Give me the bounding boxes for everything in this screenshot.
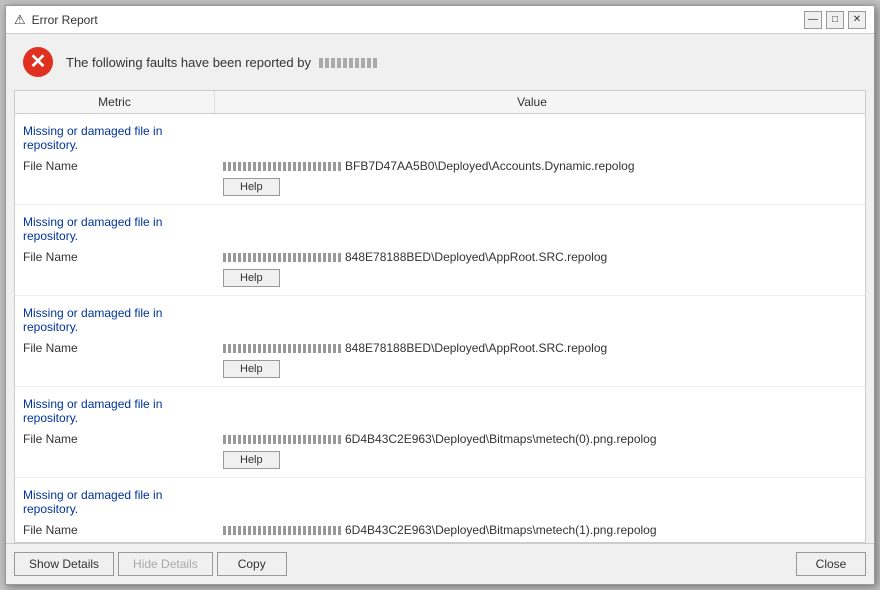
table-row: File Name848E78188BED\Deployed\AppRoot.S…	[15, 247, 865, 267]
title-bar-left: ⚠ Error Report	[14, 12, 98, 28]
fault-title-cell: Missing or damaged file in repository.	[15, 395, 215, 427]
help-row: Help	[15, 176, 865, 198]
svg-text:✕: ✕	[30, 51, 47, 73]
fault-title-cell: Missing or damaged file in repository.	[15, 304, 215, 336]
help-row: Help	[15, 358, 865, 380]
title-bar-controls: — □ ✕	[804, 11, 866, 29]
title-bar: ⚠ Error Report — □ ✕	[6, 6, 874, 34]
metric-cell: File Name	[15, 431, 215, 447]
fault-group: Missing or damaged file in repository.Fi…	[15, 478, 865, 542]
value-cell: 6D4B43C2E963\Deployed\Bitmaps\metech(0).…	[215, 431, 865, 447]
value-header: Value	[215, 91, 849, 113]
fault-group: Missing or damaged file in repository.Fi…	[15, 114, 865, 205]
metric-cell: File Name	[15, 249, 215, 265]
fault-title-cell: Missing or damaged file in repository.	[15, 486, 215, 518]
metric-cell: File Name	[15, 340, 215, 356]
maximize-button[interactable]: □	[826, 11, 844, 29]
table-row: Missing or damaged file in repository.	[15, 120, 865, 156]
window-title: Error Report	[32, 13, 98, 27]
window-error-icon: ⚠	[14, 12, 26, 28]
value-cell: BFB7D47AA5B0\Deployed\Accounts.Dynamic.r…	[215, 158, 865, 174]
fault-title-cell: Missing or damaged file in repository.	[15, 122, 215, 154]
faults-table: Metric Value Missing or damaged file in …	[14, 90, 866, 543]
table-header: Metric Value	[15, 91, 865, 114]
metric-cell: File Name	[15, 158, 215, 174]
header-area: ✕ The following faults have been reporte…	[6, 34, 874, 90]
header-message: The following faults have been reported …	[66, 55, 379, 70]
error-circle-icon: ✕	[22, 46, 54, 78]
hide-details-button[interactable]: Hide Details	[118, 552, 213, 576]
table-row: Missing or damaged file in repository.	[15, 484, 865, 520]
copy-button[interactable]: Copy	[217, 552, 287, 576]
table-row: File NameBFB7D47AA5B0\Deployed\Accounts.…	[15, 156, 865, 176]
table-row: Missing or damaged file in repository.	[15, 302, 865, 338]
metric-header: Metric	[15, 91, 215, 113]
fault-title-cell: Missing or damaged file in repository.	[15, 213, 215, 245]
help-row: Help	[15, 267, 865, 289]
fault-group: Missing or damaged file in repository.Fi…	[15, 387, 865, 478]
fault-group: Missing or damaged file in repository.Fi…	[15, 205, 865, 296]
help-button[interactable]: Help	[223, 451, 280, 469]
footer: Show Details Hide Details Copy Close	[6, 543, 874, 584]
metric-cell: File Name	[15, 522, 215, 538]
table-row: File Name6D4B43C2E963\Deployed\Bitmaps\m…	[15, 429, 865, 449]
table-row: Missing or damaged file in repository.	[15, 211, 865, 247]
value-cell: 848E78188BED\Deployed\AppRoot.SRC.repolo…	[215, 340, 865, 356]
table-body[interactable]: Missing or damaged file in repository.Fi…	[15, 114, 865, 542]
help-row: Help	[15, 540, 865, 542]
value-cell: 848E78188BED\Deployed\AppRoot.SRC.repolo…	[215, 249, 865, 265]
help-button[interactable]: Help	[223, 178, 280, 196]
help-row: Help	[15, 449, 865, 471]
minimize-button[interactable]: —	[804, 11, 822, 29]
table-row: File Name6D4B43C2E963\Deployed\Bitmaps\m…	[15, 520, 865, 540]
show-details-button[interactable]: Show Details	[14, 552, 114, 576]
table-row: Missing or damaged file in repository.	[15, 393, 865, 429]
help-button[interactable]: Help	[223, 269, 280, 287]
error-report-window: ⚠ Error Report — □ ✕ ✕ The following fau…	[5, 5, 875, 585]
help-button[interactable]: Help	[223, 360, 280, 378]
close-button[interactable]: Close	[796, 552, 866, 576]
fault-group: Missing or damaged file in repository.Fi…	[15, 296, 865, 387]
value-cell: 6D4B43C2E963\Deployed\Bitmaps\metech(1).…	[215, 522, 865, 538]
table-row: File Name848E78188BED\Deployed\AppRoot.S…	[15, 338, 865, 358]
footer-left-buttons: Show Details Hide Details Copy	[14, 552, 287, 576]
close-title-button[interactable]: ✕	[848, 11, 866, 29]
